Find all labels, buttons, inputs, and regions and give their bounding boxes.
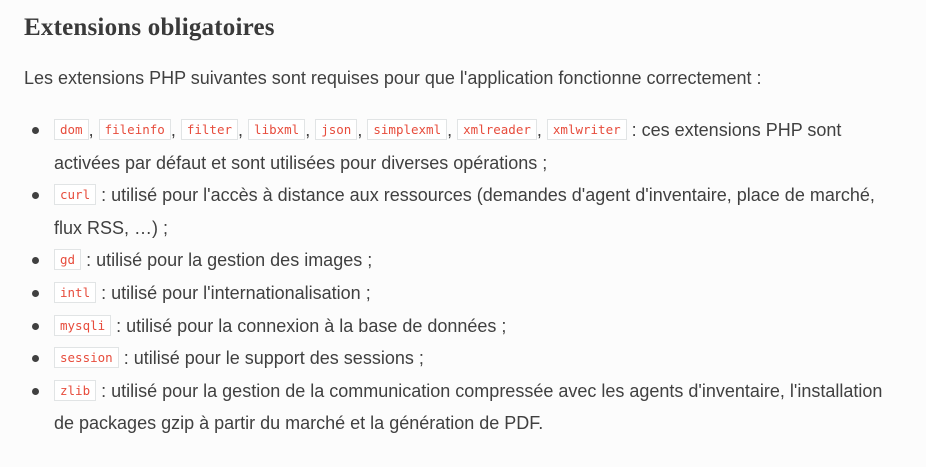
code-xmlwriter: xmlwriter: [546, 119, 627, 140]
extensions-list: dom, fileinfo, filter, libxml, json, sim…: [24, 114, 894, 440]
code-curl: curl: [54, 184, 97, 206]
code-gd: gd: [54, 249, 82, 271]
separator: ,: [536, 120, 542, 140]
list-item-text: : utilisé pour la gestion des images ;: [81, 250, 373, 271]
code-json: json: [315, 119, 358, 140]
list-item-text: : utilisé pour l'internationalisation ;: [96, 282, 371, 303]
bullet-icon: [32, 289, 39, 297]
list-item-text: : utilisé pour la connexion à la base de…: [111, 315, 507, 336]
separator: ,: [170, 120, 176, 140]
bullet-icon: [32, 127, 39, 134]
code-filter: filter: [180, 119, 239, 140]
code-zlib: zlib: [54, 379, 97, 401]
code-libxml: libxml: [248, 119, 306, 140]
list-item: zlib : utilisé pour la gestion de la com…: [32, 375, 894, 440]
code-intl: intl: [54, 281, 97, 303]
list-item: intl : utilisé pour l'internationalisati…: [32, 277, 894, 310]
bullet-icon: [32, 192, 39, 200]
list-item: session : utilisé pour le support des se…: [32, 342, 894, 375]
separator: ,: [357, 120, 363, 140]
section-heading: Extensions obligatoires: [24, 14, 275, 41]
list-item: curl : utilisé pour l'accès à distance a…: [32, 179, 894, 244]
code-mysqli: mysqli: [54, 314, 112, 336]
list-item-text: : utilisé pour le support des sessions ;: [118, 348, 424, 369]
code-simplexml: simplexml: [367, 119, 448, 140]
separator: ,: [305, 120, 311, 140]
separator: ,: [88, 120, 94, 140]
list-item: dom, fileinfo, filter, libxml, json, sim…: [32, 114, 894, 179]
bullet-icon: [32, 355, 39, 363]
code-fileinfo: fileinfo: [98, 119, 171, 140]
separator: ,: [238, 120, 244, 140]
list-item-text: : utilisé pour l'accès à distance aux re…: [54, 185, 875, 238]
code-session: session: [54, 347, 119, 369]
document-section: Extensions obligatoires Les extensions P…: [0, 0, 926, 467]
code-xmlreader: xmlreader: [457, 119, 537, 140]
bullet-icon: [32, 322, 39, 330]
list-item: gd : utilisé pour la gestion des images …: [32, 244, 894, 277]
separator: ,: [447, 120, 453, 140]
code-dom: dom: [54, 119, 89, 140]
list-item: mysqli : utilisé pour la connexion à la …: [32, 310, 894, 343]
list-item-text: : utilisé pour la gestion de la communic…: [54, 380, 883, 434]
bullet-icon: [32, 257, 39, 265]
bullet-icon: [32, 387, 39, 395]
intro-paragraph: Les extensions PHP suivantes sont requis…: [24, 68, 762, 88]
